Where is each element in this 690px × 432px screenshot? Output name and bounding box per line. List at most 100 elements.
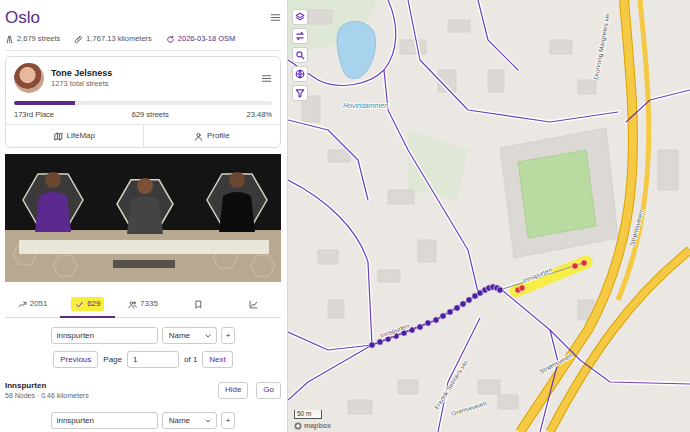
sort-label: Name [169, 415, 190, 427]
person-icon [194, 132, 203, 141]
street-node[interactable] [497, 287, 503, 293]
street-node[interactable] [572, 263, 578, 269]
search-input[interactable] [51, 327, 158, 344]
trend-icon [18, 300, 27, 309]
result-row: Innspurten58 Nodes · 0.46 kilometers Hide… [5, 377, 281, 403]
divider [5, 50, 281, 51]
percent: 23.48% [247, 109, 272, 120]
user-header: Tone Jelsness1273 total streets [6, 57, 280, 97]
lake-label: Hovindammen [343, 102, 388, 109]
search-button[interactable] [292, 47, 308, 63]
next-button[interactable]: Next [202, 351, 232, 368]
street-node[interactable] [466, 297, 472, 303]
chevron-icon [204, 417, 212, 425]
tab-label: 2051 [30, 298, 48, 310]
ad-banner[interactable] [5, 154, 281, 282]
swap-icon [295, 31, 305, 41]
result-info: Innspurten58 Nodes · 0.46 kilometers [5, 381, 89, 400]
user-name[interactable]: Tone Jelsness [51, 68, 112, 79]
link-label: Profile [207, 130, 230, 142]
go-button[interactable]: Go [256, 382, 281, 399]
search-icon [295, 50, 305, 60]
swap-button[interactable] [292, 28, 308, 44]
progress-fill [14, 101, 75, 105]
street-node[interactable] [433, 317, 439, 323]
road-icon [5, 35, 14, 44]
search-input[interactable] [51, 412, 158, 429]
sort-select[interactable]: Name [162, 327, 217, 344]
tab-label: 629 [87, 298, 100, 310]
street-node[interactable] [581, 260, 587, 266]
add-button[interactable]: + [221, 412, 236, 429]
app: Oslo 2,679 streets1,767.13 kilometers2026… [0, 0, 690, 432]
tab-highlight [245, 299, 262, 310]
progress-track [14, 101, 272, 105]
street-node[interactable] [460, 301, 466, 307]
globe-button[interactable] [292, 66, 308, 82]
link-button[interactable]: LifeMap [6, 125, 143, 147]
tab[interactable]: 7335 [115, 293, 170, 318]
tab[interactable] [171, 293, 226, 318]
previous-button[interactable]: Previous [53, 351, 98, 368]
sort-select[interactable]: Name [162, 412, 217, 429]
user-streets: 629 streets [132, 109, 169, 120]
osm-date-text: 2026-03-18 OSM [178, 33, 236, 44]
map[interactable]: Hovindammen Innspurten Innspurten Grensevei… [288, 0, 690, 432]
menu-icon[interactable] [261, 73, 272, 84]
map-controls [292, 9, 308, 101]
street-label: Strømsveien [628, 209, 644, 246]
rank: 173rd Place [14, 109, 54, 120]
page-input[interactable] [127, 351, 179, 368]
link-button[interactable]: Profile [143, 125, 281, 147]
tab-label: 7335 [140, 298, 158, 310]
street-node[interactable] [454, 305, 460, 311]
street-node[interactable] [447, 309, 453, 315]
attribution: mapbox [304, 422, 331, 430]
avatar-photo[interactable] [14, 63, 44, 93]
map-canvas[interactable]: Hovindammen Innspurten Innspurten Grensevei… [288, 0, 690, 432]
tab-highlight: 629 [71, 297, 104, 311]
street-node[interactable] [369, 342, 375, 348]
mapbox-icon [294, 422, 302, 430]
hide-button[interactable]: Hide [218, 382, 248, 399]
chart-icon [249, 300, 258, 309]
search-row: Name + [5, 411, 281, 430]
mapbox-logo[interactable]: mapbox [294, 422, 331, 430]
rank-row: 173rd Place 629 streets 23.48% [6, 107, 280, 124]
city-header: Oslo [5, 0, 281, 30]
street-node[interactable] [417, 324, 423, 330]
street-node[interactable] [425, 320, 431, 326]
ruler-icon [74, 35, 83, 44]
layers-button[interactable] [292, 9, 308, 25]
street-count-text: 2,679 streets [17, 33, 60, 44]
tab[interactable]: 2051 [5, 293, 60, 318]
scale-bar: 50 m [294, 410, 322, 419]
street-label: Innspurten [522, 266, 554, 285]
street-node[interactable] [519, 285, 525, 291]
user-info: Tone Jelsness1273 total streets [51, 68, 112, 89]
street-count: 2,679 streets [5, 33, 60, 44]
osm-date: 2026-03-18 OSM [166, 33, 236, 44]
tab[interactable] [226, 293, 281, 318]
refresh-icon [166, 35, 175, 44]
tab-highlight [190, 299, 207, 310]
tab-highlight: 7335 [124, 297, 162, 311]
street-label: Grenseveien [450, 399, 488, 417]
side-panel: Oslo 2,679 streets1,767.13 kilometers2026… [0, 0, 288, 432]
filter-button[interactable] [292, 85, 308, 101]
add-button[interactable]: + [221, 327, 236, 344]
globe-icon [295, 69, 305, 79]
street-node[interactable] [440, 313, 446, 319]
street-node[interactable] [377, 339, 383, 345]
filter-icon [295, 88, 305, 98]
street-label: Innspurten [379, 322, 411, 340]
city-title: Oslo [5, 7, 40, 29]
menu-icon[interactable] [270, 12, 281, 23]
people-icon [128, 300, 137, 309]
result-actions: Hide Go [218, 382, 281, 399]
tab[interactable]: 629 [60, 293, 115, 318]
city-stats: 2,679 streets1,767.13 kilometers2026-03-… [5, 32, 281, 46]
tab-highlight: 2051 [14, 297, 52, 311]
street-name[interactable]: Innspurten [5, 381, 89, 391]
page-label: Page [103, 354, 122, 366]
